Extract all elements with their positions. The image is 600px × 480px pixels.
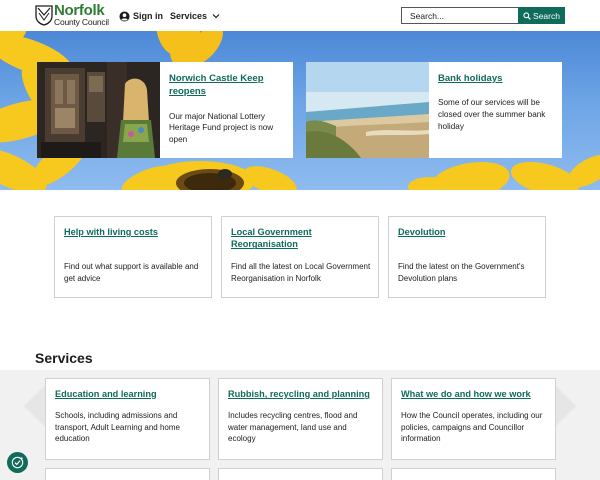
search-button[interactable]: Search — [518, 7, 565, 24]
search-button-label: Search — [533, 10, 560, 21]
hero-card-bank-holidays: Bank holidays Some of our services will … — [306, 62, 562, 158]
info-card-description: Find the latest on the Government's Devo… — [398, 262, 525, 283]
user-circle-icon — [119, 10, 130, 22]
sign-in-link[interactable]: Sign in — [119, 9, 163, 23]
hero-banner: Norwich Castle Keep reopens Our major Na… — [0, 31, 600, 190]
search-icon — [523, 11, 531, 20]
info-card-reorganisation[interactable]: Local Government Reorganisation Find all… — [221, 216, 379, 298]
search-input[interactable] — [401, 7, 519, 24]
services-menu-button[interactable]: Services — [170, 9, 220, 23]
services-heading: Services — [35, 350, 93, 366]
crest-icon — [35, 5, 53, 26]
hero-card-description: Our major National Lottery Heritage Fund… — [169, 111, 274, 145]
logo-subtitle: County Council — [54, 17, 109, 27]
sign-in-label: Sign in — [133, 11, 163, 21]
service-card-partial[interactable] — [391, 468, 556, 480]
service-card-education[interactable]: Education and learning Schools, includin… — [45, 378, 210, 460]
services-menu-label: Services — [170, 11, 208, 21]
service-card-description: How the Council operates, including our … — [401, 411, 543, 444]
norfolk-logo[interactable]: Norfolk County Council — [35, 2, 111, 28]
info-card-title[interactable]: Devolution — [398, 226, 536, 238]
hero-card-castle: Norwich Castle Keep reopens Our major Na… — [37, 62, 293, 158]
service-card-rubbish[interactable]: Rubbish, recycling and planning Includes… — [218, 378, 383, 460]
info-card-devolution[interactable]: Devolution Find the latest on the Govern… — [388, 216, 546, 298]
hero-card-title[interactable]: Norwich Castle Keep reopens — [169, 72, 284, 99]
site-header: Norfolk County Council Sign in Services … — [0, 0, 600, 31]
info-card-living-costs[interactable]: Help with living costs Find out what sup… — [54, 216, 212, 298]
service-card-title[interactable]: Rubbish, recycling and planning — [228, 389, 373, 399]
service-card-description: Includes recycling centres, flood and wa… — [228, 411, 358, 444]
info-card-description: Find out what support is available and g… — [64, 262, 199, 283]
cookie-settings-button[interactable] — [7, 452, 28, 473]
service-card-title[interactable]: What we do and how we work — [401, 389, 546, 399]
beach-image — [306, 62, 429, 158]
hero-card-description: Some of our services will be closed over… — [438, 98, 546, 132]
service-card-partial[interactable] — [45, 468, 210, 480]
castle-keep-image — [37, 62, 160, 158]
service-card-title[interactable]: Education and learning — [55, 389, 200, 399]
hero-card-title[interactable]: Bank holidays — [438, 72, 553, 85]
service-card-what-we-do[interactable]: What we do and how we work How the Counc… — [391, 378, 556, 460]
chevron-down-icon — [212, 14, 220, 19]
cookie-settings-icon — [11, 456, 24, 469]
info-card-title[interactable]: Local Government Reorganisation — [231, 226, 369, 251]
info-card-description: Find all the latest on Local Government … — [231, 262, 371, 283]
search-form: Search — [401, 7, 565, 24]
service-card-partial[interactable] — [218, 468, 383, 480]
info-card-title[interactable]: Help with living costs — [64, 226, 202, 238]
service-card-description: Schools, including admissions and transp… — [55, 411, 180, 444]
